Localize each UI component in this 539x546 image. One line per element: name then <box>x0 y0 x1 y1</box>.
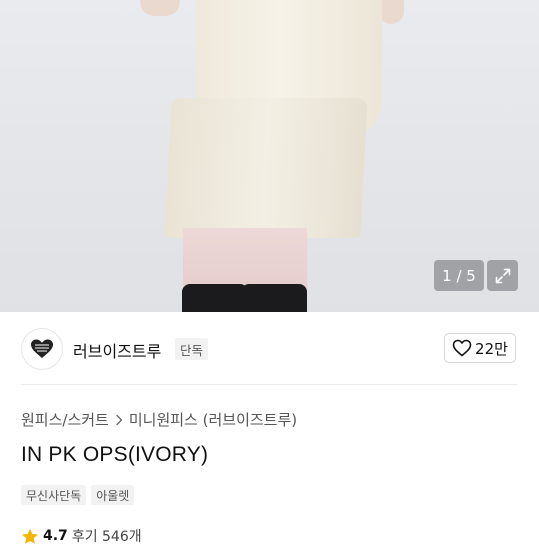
dress-skirt <box>164 98 368 238</box>
image-counter: 1 / 5 <box>434 260 484 291</box>
divider <box>21 384 518 385</box>
breadcrumb-category[interactable]: 원피스/스커트 <box>21 409 109 430</box>
expand-button[interactable] <box>487 260 518 291</box>
model-right-sock <box>241 284 307 312</box>
breadcrumb: 원피스/스커트 미니원피스 (러브이즈트루) <box>21 409 297 430</box>
tag-musinsa-exclusive: 무신사단독 <box>21 485 87 505</box>
heart-outline-icon <box>452 339 472 357</box>
tag-outlet: 아울렛 <box>91 485 135 505</box>
heart-logo-icon <box>31 339 53 358</box>
review-count[interactable]: 후기 546개 <box>72 526 142 546</box>
breadcrumb-subcategory[interactable]: 미니원피스 (러브이즈트루) <box>129 409 297 430</box>
model-left-arm <box>140 0 180 16</box>
model-left-sock <box>182 284 248 312</box>
expand-icon <box>495 268 510 283</box>
product-image[interactable]: 1 / 5 <box>0 0 539 312</box>
like-count: 22만 <box>475 339 508 358</box>
chevron-right-icon <box>116 414 123 425</box>
star-icon <box>22 528 38 544</box>
rating-value: 4.7 <box>43 528 68 544</box>
brand-logo[interactable] <box>21 328 63 370</box>
product-tags: 무신사단독 아울렛 <box>21 485 135 505</box>
brand-row: 러브이즈트루 단독 22만 <box>0 312 539 384</box>
product-title: IN PK OPS(IVORY) <box>21 443 209 466</box>
rating-row[interactable]: 4.7 후기 546개 <box>21 526 142 546</box>
like-button[interactable]: 22만 <box>444 333 516 363</box>
brand-name[interactable]: 러브이즈트루 <box>73 338 161 362</box>
exclusive-badge: 단독 <box>175 338 209 360</box>
